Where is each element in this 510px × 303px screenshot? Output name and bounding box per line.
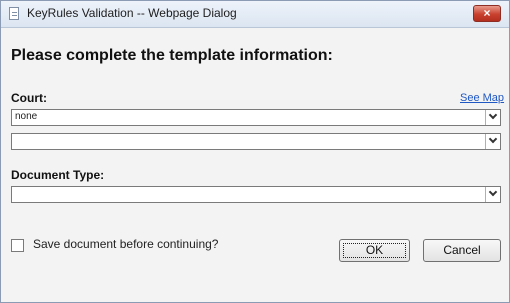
cancel-button[interactable]: Cancel xyxy=(423,239,501,262)
document-type-label: Document Type: xyxy=(11,168,105,182)
court-sub-select[interactable] xyxy=(11,133,501,150)
document-icon xyxy=(9,7,19,20)
title-bar: KeyRules Validation -- Webpage Dialog × xyxy=(1,1,509,28)
save-document-label: Save document before continuing? xyxy=(33,237,219,251)
document-type-select[interactable] xyxy=(11,186,501,203)
chevron-down-icon[interactable] xyxy=(485,134,500,149)
window-title: KeyRules Validation -- Webpage Dialog xyxy=(27,6,237,20)
ok-button[interactable]: OK xyxy=(339,239,410,262)
focus-ring xyxy=(343,243,406,258)
cancel-button-label: Cancel xyxy=(443,243,481,257)
chevron-down-icon[interactable] xyxy=(485,187,500,202)
chevron-down-icon[interactable] xyxy=(485,110,500,125)
court-label: Court: xyxy=(11,91,47,105)
court-select[interactable]: none xyxy=(11,109,501,126)
dialog-window: KeyRules Validation -- Webpage Dialog × … xyxy=(0,0,510,303)
dialog-content: Please complete the template information… xyxy=(1,28,509,302)
form-heading: Please complete the template information… xyxy=(11,47,333,64)
close-button[interactable]: × xyxy=(473,5,501,22)
see-map-link[interactable]: See Map xyxy=(460,92,504,104)
save-document-checkbox[interactable] xyxy=(11,239,24,252)
court-select-value: none xyxy=(15,111,38,122)
